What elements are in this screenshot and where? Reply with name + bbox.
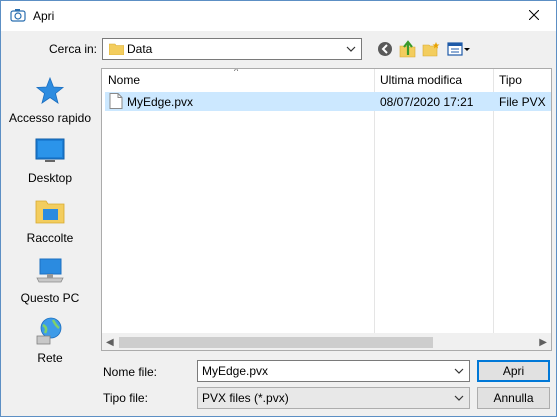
place-label: Rete [37,351,63,365]
filename-label: Nome file: [103,365,158,379]
filetype-value: PVX files (*.pvx) [202,391,289,405]
network-icon [35,317,65,349]
window-title: Apri [33,9,55,23]
look-in-value: Data [127,42,153,56]
scroll-left-icon[interactable]: ◀ [106,337,114,348]
close-icon [528,9,539,23]
places-bar: Accesso rapido Desktop Raccolte Questo P… [5,68,95,373]
place-label: Accesso rapido [8,111,92,125]
place-quick-access[interactable]: Accesso rapido [5,76,95,125]
up-folder-button[interactable] [398,39,418,61]
scrollbar-thumb[interactable] [119,337,433,348]
chevron-down-icon [453,390,465,409]
place-libraries[interactable]: Raccolte [5,196,95,245]
open-button[interactable]: Apri [477,360,550,382]
up-folder-icon [399,39,417,61]
desktop-icon [35,138,65,169]
place-desktop[interactable]: Desktop [5,136,95,185]
close-button[interactable] [511,1,556,31]
file-modified: 08/07/2020 17:21 [380,95,474,109]
place-this-pc[interactable]: Questo PC [5,256,95,305]
folder-icon [108,42,125,58]
file-list[interactable]: ^ Nome Ultima modifica Tipo MyEdge.pvx 0… [101,68,552,351]
place-label: Raccolte [26,231,74,245]
place-label: Questo PC [20,291,80,305]
chevron-down-icon[interactable] [453,363,465,382]
file-row[interactable]: MyEdge.pvx 08/07/2020 17:21 File PVX [105,92,551,112]
column-header-type[interactable]: Tipo [493,69,522,91]
view-menu-icon [447,41,471,60]
file-icon [109,93,123,112]
view-menu-button[interactable] [446,40,472,60]
file-type: File PVX [499,95,546,109]
back-button[interactable] [375,40,395,60]
cancel-button[interactable]: Annulla [477,387,550,409]
place-label: Desktop [27,171,73,185]
camera-icon [10,8,26,25]
libraries-icon [35,200,65,229]
filename-combo[interactable]: MyEdge.pvx [197,360,470,382]
file-name: MyEdge.pvx [127,95,194,109]
star-icon [35,76,65,109]
sort-ascending-icon: ^ [234,68,239,76]
filetype-dropdown[interactable]: PVX files (*.pvx) [197,387,470,409]
place-network[interactable]: Rete [5,316,95,365]
new-folder-button[interactable] [421,40,441,60]
look-in-dropdown[interactable]: Data [102,38,362,60]
column-header-name[interactable]: Nome [102,69,140,91]
new-folder-icon [422,41,440,60]
back-arrow-icon [377,41,393,60]
look-in-label: Cerca in: [49,42,98,56]
scroll-right-icon[interactable]: ▶ [539,337,547,348]
horizontal-scrollbar[interactable]: ◀ ▶ [102,333,551,350]
chevron-down-icon [345,41,357,60]
filename-value: MyEdge.pvx [202,364,269,378]
open-file-dialog: Apri Cerca in: Data Accesso rapido Deskt… [0,0,557,417]
title-bar: Apri [1,1,556,31]
filetype-label: Tipo file: [103,391,148,405]
column-header-modified[interactable]: Ultima modifica [374,69,462,91]
computer-icon [35,258,65,289]
